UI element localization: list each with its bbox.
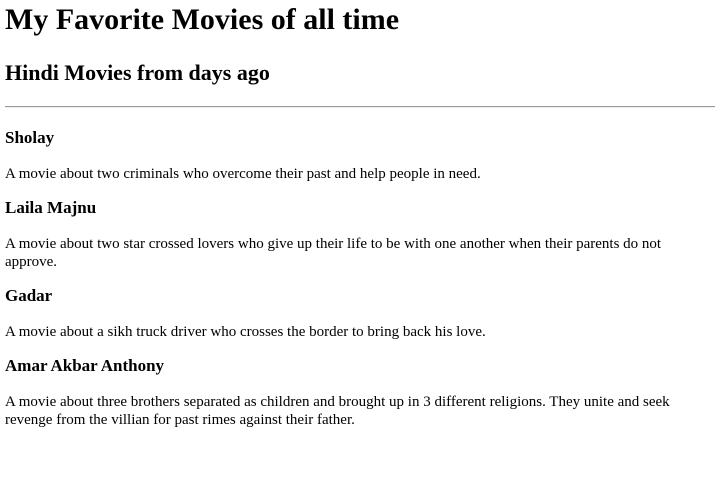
movie-description: A movie about two criminals who overcome… xyxy=(5,166,481,182)
movie-title: Gadar xyxy=(5,286,53,305)
movie-item: Gadar A movie about a sikh truck driver … xyxy=(5,285,715,341)
page-title: My Favorite Movies of all time xyxy=(5,3,400,36)
movie-description: A movie about a sikh truck driver who cr… xyxy=(5,324,486,340)
movie-description: A movie about three brothers separated a… xyxy=(5,394,670,428)
movie-item: Sholay A movie about two criminals who o… xyxy=(5,127,715,183)
movie-title: Laila Majnu xyxy=(5,198,97,217)
page-content: My Favorite Movies of all time Hindi Mov… xyxy=(0,2,721,429)
movie-item: Amar Akbar Anthony A movie about three b… xyxy=(5,355,715,429)
movie-item: Laila Majnu A movie about two star cross… xyxy=(5,197,715,271)
movie-title: Sholay xyxy=(5,128,55,147)
divider xyxy=(5,106,715,108)
page-subtitle: Hindi Movies from days ago xyxy=(5,60,270,85)
movie-title: Amar Akbar Anthony xyxy=(5,356,165,375)
movie-list: Sholay A movie about two criminals who o… xyxy=(5,127,715,429)
movie-description: A movie about two star crossed lovers wh… xyxy=(5,236,662,270)
